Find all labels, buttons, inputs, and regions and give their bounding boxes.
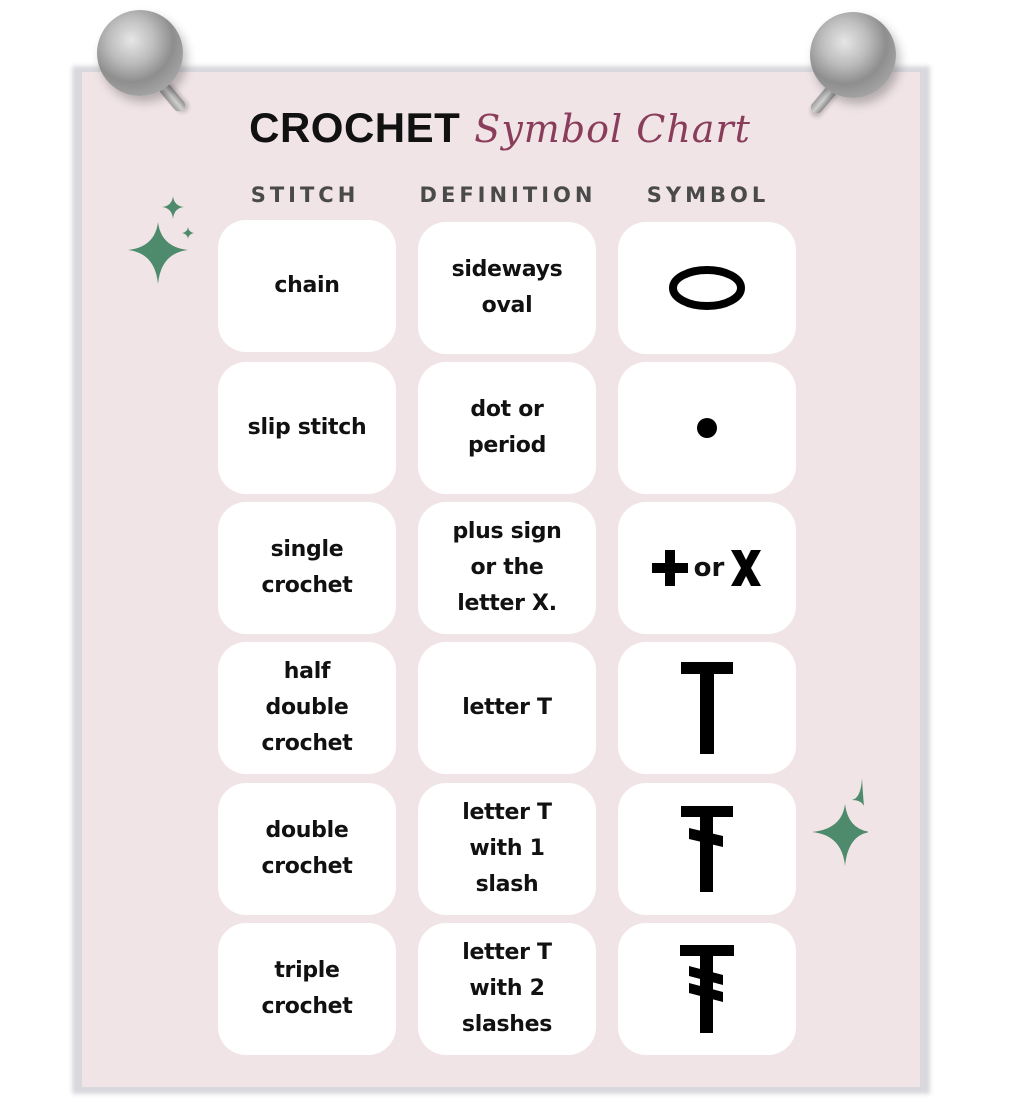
plus-icon	[651, 550, 688, 586]
definition-cell: plus sign or the letter X.	[418, 502, 596, 634]
sparkle-cluster-left-icon	[128, 196, 194, 284]
symbol-cell	[618, 222, 796, 354]
stitch-cell: slip stitch	[218, 362, 396, 494]
pushpin-left-icon	[97, 10, 183, 96]
symbol-cell	[618, 783, 796, 915]
stitch-cell: single crochet	[218, 502, 396, 634]
definition-text: plus sign or the letter X.	[452, 519, 562, 616]
sparkle-large-icon	[128, 222, 188, 284]
symbol-cell	[618, 362, 796, 494]
definition-text: letter T	[462, 695, 552, 720]
stitch-name: double crochet	[261, 818, 353, 879]
sparkle-small-icon	[162, 196, 184, 219]
symbol-cell: or	[618, 502, 796, 634]
stitch-cell: triple crochet	[218, 923, 396, 1055]
sparkle-cluster-right-icon	[812, 778, 868, 866]
definition-text: sideways oval	[451, 257, 563, 318]
definition-cell: letter T with 2 slashes	[418, 923, 596, 1055]
sparkle-tiny-icon	[182, 227, 194, 239]
stitch-cell: chain	[218, 220, 396, 352]
definition-text: letter T with 2 slashes	[461, 940, 553, 1037]
definition-cell: letter T with 1 slash	[418, 783, 596, 915]
stitch-cell: double crochet	[218, 783, 396, 915]
or-label: or	[693, 553, 725, 583]
definition-cell: letter T	[418, 642, 596, 774]
stitch-name: triple crochet	[261, 958, 353, 1019]
x-letter-icon	[731, 550, 762, 586]
header-symbol: SYMBOL	[646, 183, 770, 207]
sparkle-small-icon	[852, 778, 864, 806]
pushpin-right-icon	[810, 12, 896, 98]
definition-text: letter T with 1 slash	[462, 800, 552, 897]
page-title: CROCHET Symbol Chart	[0, 104, 1000, 152]
symbol-cell	[618, 642, 796, 774]
stitch-name: slip stitch	[247, 415, 367, 440]
t-one-slash-icon	[681, 806, 733, 892]
dot-icon	[697, 418, 717, 438]
symbol-cell	[618, 923, 796, 1055]
t-two-slashes-icon	[680, 945, 734, 1033]
title-main: CROCHET	[249, 104, 461, 151]
stitch-name: single crochet	[261, 537, 353, 598]
header-stitch: STITCH	[250, 183, 360, 207]
stitch-name: half double crochet	[261, 659, 353, 756]
definition-cell: dot or period	[418, 362, 596, 494]
oval-icon	[669, 266, 745, 310]
header-definition: DEFINITION	[419, 183, 597, 207]
title-sub: Symbol Chart	[474, 107, 751, 151]
stitch-cell: half double crochet	[218, 642, 396, 774]
definition-text: dot or period	[467, 397, 547, 458]
sparkle-large-icon	[812, 804, 868, 866]
letter-t-icon	[681, 662, 733, 754]
definition-cell: sideways oval	[418, 222, 596, 354]
stitch-name: chain	[274, 273, 340, 298]
